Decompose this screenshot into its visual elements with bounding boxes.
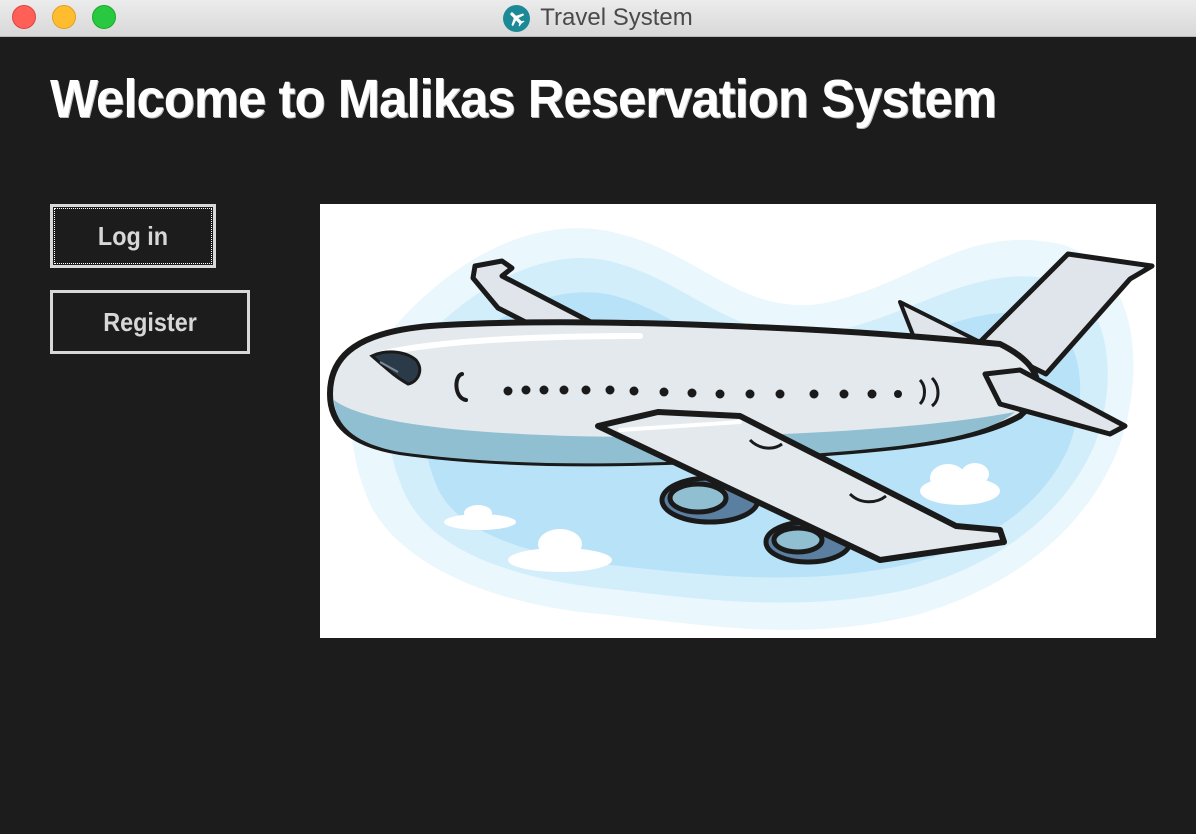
airplane-drawing [327,228,1155,630]
app-window: Travel System Welcome to Malikas Reserva… [0,0,1196,834]
title-bar[interactable]: Travel System [0,0,1196,37]
title-group: Travel System [0,0,1196,36]
airplane-icon [503,4,531,32]
register-button-label: Register [103,306,197,337]
register-button[interactable]: Register [50,290,250,354]
welcome-heading: Welcome to Malikas Reservation System [50,69,997,129]
window-title: Travel System [540,4,693,31]
airplane-illustration [320,204,1156,638]
login-button-label: Log in [97,220,169,251]
login-button[interactable]: Log in [50,204,216,268]
